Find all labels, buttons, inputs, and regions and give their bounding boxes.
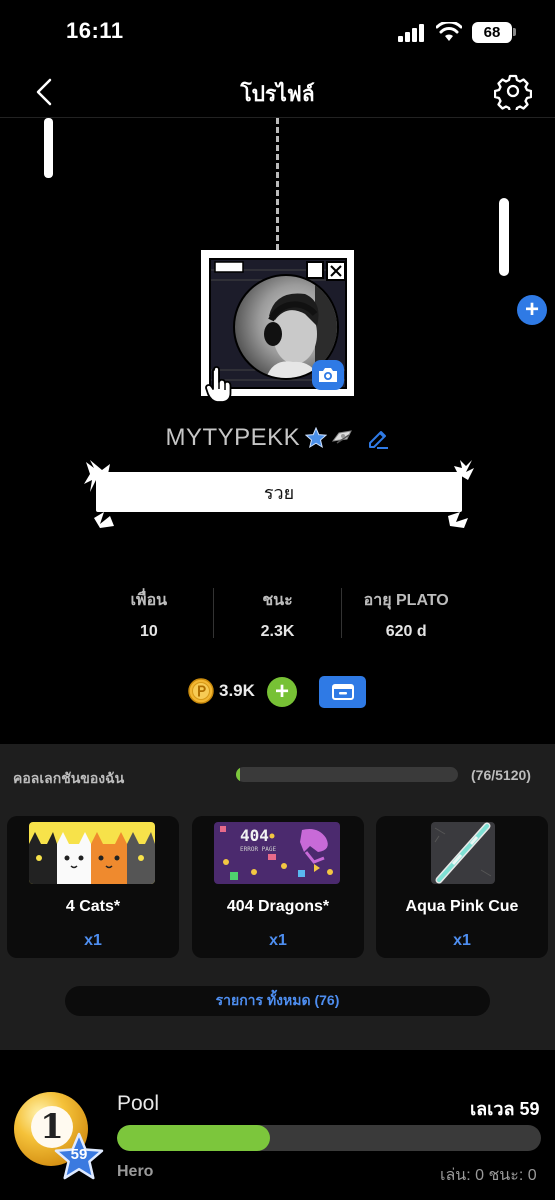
bio-decoration-right <box>448 460 474 528</box>
decor-bar-right <box>499 198 509 276</box>
art-404-text: 404 <box>240 826 269 845</box>
battery-indicator: 68 <box>472 22 512 43</box>
stat-plato-age[interactable]: อายุ PLATO 620 d <box>342 588 470 640</box>
wifi-icon <box>436 22 462 41</box>
pointing-hand-icon <box>205 366 232 403</box>
item-quantity: x1 <box>453 932 471 949</box>
stat-value: 2.3K <box>260 623 295 640</box>
cellular-signal-icon <box>398 24 424 42</box>
collection-panel: คอลเลกชันของฉัน (76/5120) 4 Cats* x1 404… <box>0 744 555 1050</box>
stat-label: เพื่อน <box>130 592 168 609</box>
item-quantity: x1 <box>84 932 102 949</box>
bio-container[interactable]: รวย <box>80 458 478 530</box>
game-level: เลเวล 59 <box>470 1099 540 1119</box>
game-rank-title: Hero <box>117 1163 154 1180</box>
collection-progress-bar <box>236 767 458 782</box>
level-badge: 59 <box>70 1146 88 1163</box>
game-level-row[interactable]: 1 59 Pool เลเวล 59 Hero เล่น: 0 ชนะ: 0 <box>0 1050 555 1200</box>
bio-text: รวย <box>96 472 462 512</box>
stat-label: อายุ PLATO <box>363 592 449 609</box>
edit-icon[interactable] <box>366 427 390 449</box>
collection-count: (76/5120) <box>471 767 531 783</box>
wallet-row: 3.9K + <box>188 676 388 708</box>
add-decoration-button[interactable]: + <box>517 295 547 325</box>
status-time: 16:11 <box>66 18 124 43</box>
stat-friends[interactable]: เพื่อน 10 <box>85 588 213 640</box>
item-name: 4 Cats* <box>65 898 121 915</box>
stat-wins[interactable]: ชนะ 2.3K <box>214 588 342 640</box>
add-coins-button[interactable]: + <box>267 677 297 707</box>
collection-item[interactable]: 404 ERROR PAGE 404 Dragons* x1 <box>192 816 364 958</box>
item-name: 404 Dragons* <box>226 898 330 915</box>
decor-bar-left <box>44 118 53 178</box>
game-level-progress-fill <box>117 1125 270 1151</box>
battery-tip <box>513 28 516 36</box>
wallet-icon <box>331 684 354 700</box>
item-image-aqua-pink-cue <box>431 822 495 884</box>
view-all-items-button[interactable]: รายการ ทั้งหมด (76) <box>65 986 490 1016</box>
item-image-404-dragons: 404 ERROR PAGE <box>214 822 340 884</box>
game-level-progress-bar <box>117 1125 541 1151</box>
username: MYTYPEKK <box>165 424 301 451</box>
decor-dashed-line <box>276 118 279 250</box>
page-title: โปรไฟล์ <box>240 83 315 106</box>
nav-bar: โปรไฟล์ <box>0 66 555 118</box>
item-quantity: x1 <box>269 932 287 949</box>
game-name: Pool <box>117 1092 160 1115</box>
coin-balance: 3.9K <box>219 681 255 700</box>
item-name: Aqua Pink Cue <box>405 898 519 915</box>
collection-item[interactable]: 4 Cats* x1 <box>7 816 179 958</box>
gear-icon[interactable] <box>494 72 532 110</box>
wallet-button[interactable] <box>319 676 366 708</box>
star-icon <box>304 427 327 449</box>
camera-button[interactable] <box>312 360 344 390</box>
status-bar: 16:11 68 <box>0 0 555 66</box>
username-row: MYTYPEKK <box>0 424 555 458</box>
stat-value: 10 <box>139 623 158 640</box>
art-404-subtext: ERROR PAGE <box>240 846 277 853</box>
item-image-4-cats <box>29 822 155 884</box>
stat-value: 620 d <box>385 623 427 640</box>
ship-icon <box>331 430 352 444</box>
stats-row: เพื่อน 10 ชนะ 2.3K อายุ PLATO 620 d <box>85 588 470 640</box>
coin-icon <box>188 678 214 704</box>
camera-icon <box>319 368 337 382</box>
collection-item[interactable]: Aqua Pink Cue x1 <box>376 816 548 958</box>
collection-title: คอลเลกชันของฉัน <box>13 770 125 786</box>
collection-progress-fill <box>236 767 241 782</box>
stat-label: ชนะ <box>262 592 293 609</box>
game-record: เล่น: 0 ชนะ: 0 <box>440 1167 537 1184</box>
